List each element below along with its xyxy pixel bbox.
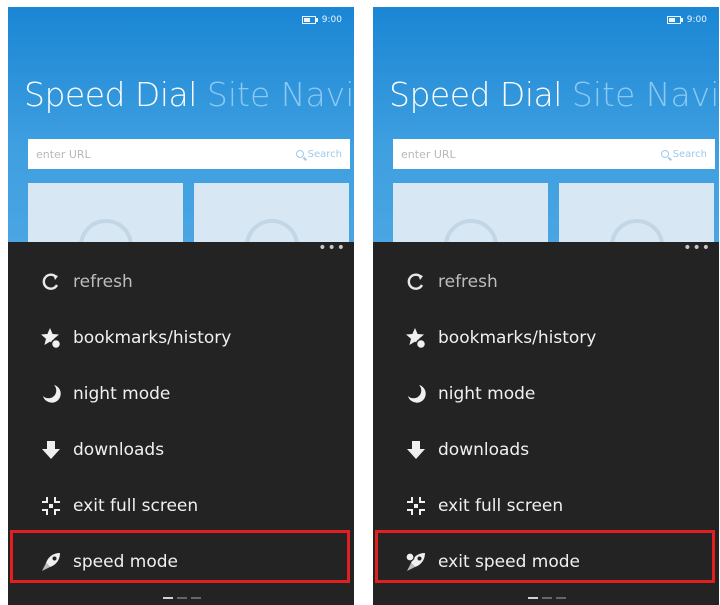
highlight-box [10,530,350,583]
menu-item-label: bookmarks/history [438,328,597,348]
app-header: 9:00 Speed Dial Site Navi enter URL Searc… [8,7,354,253]
status-time: 9:00 [686,15,707,25]
url-bar[interactable]: enter URL Search [393,139,715,169]
menu-item-label: night mode [438,384,536,404]
app-bar-menu: ••• refresh bookmarks/history night mode… [8,241,354,605]
menu-item-label: downloads [73,440,165,460]
url-input[interactable]: enter URL [401,148,661,161]
battery-icon [301,16,318,24]
pivot-header: Speed Dial Site Navi [24,75,354,114]
exit-fullscreen-icon [37,492,65,520]
pivot-site-navi[interactable]: Site Navi [207,75,354,114]
search-label: Search [307,148,342,160]
menu-item-label: exit full screen [73,496,199,516]
highlight-box [375,530,715,583]
search-label: Search [672,148,707,160]
menu-item-exit-full-screen[interactable]: exit full screen [8,484,354,528]
download-arrow-icon [402,436,430,464]
menu-item-night-mode[interactable]: night mode [8,372,354,416]
exit-fullscreen-icon [402,492,430,520]
url-input[interactable]: enter URL [36,148,296,161]
bookmark-star-icon [402,324,430,352]
menu-item-label: night mode [73,384,171,404]
pivot-site-navi[interactable]: Site Navi [572,75,719,114]
menu-item-night-mode[interactable]: night mode [373,372,719,416]
download-arrow-icon [37,436,65,464]
refresh-icon [402,268,430,296]
menu-item-label: refresh [73,272,133,292]
search-button[interactable]: Search [295,148,342,160]
url-bar[interactable]: enter URL Search [28,139,350,169]
menu-item-refresh[interactable]: refresh [373,260,719,304]
page-indicator [528,597,566,599]
status-bar: 9:00 [666,15,707,25]
menu-item-bookmarks-history[interactable]: bookmarks/history [8,316,354,360]
menu-item-downloads[interactable]: downloads [373,428,719,472]
page-indicator [163,597,201,599]
search-button[interactable]: Search [660,148,707,160]
phone-screen-right: 9:00 Speed Dial Site Navi enter URL Searc… [373,7,719,605]
pivot-speed-dial[interactable]: Speed Dial [24,75,197,114]
bookmark-star-icon [37,324,65,352]
moon-icon [37,380,65,408]
pivot-header: Speed Dial Site Navi [389,75,719,114]
menu-item-downloads[interactable]: downloads [8,428,354,472]
status-bar: 9:00 [301,15,342,25]
moon-icon [402,380,430,408]
status-time: 9:00 [321,15,342,25]
search-icon [660,150,669,158]
menu-item-label: exit full screen [438,496,564,516]
refresh-icon [37,268,65,296]
menu-item-bookmarks-history[interactable]: bookmarks/history [373,316,719,360]
search-icon [295,150,304,158]
menu-item-label: bookmarks/history [73,328,232,348]
phone-screen-left: 9:00 Speed Dial Site Navi enter URL Searc… [8,7,354,605]
battery-icon [666,16,683,24]
menu-item-exit-full-screen[interactable]: exit full screen [373,484,719,528]
more-options-icon[interactable]: ••• [683,241,711,255]
menu-item-refresh[interactable]: refresh [8,260,354,304]
app-bar-menu: ••• refresh bookmarks/history night mode… [373,241,719,605]
app-header: 9:00 Speed Dial Site Navi enter URL Searc… [373,7,719,253]
menu-item-label: downloads [438,440,530,460]
more-options-icon[interactable]: ••• [318,241,346,255]
menu-item-label: refresh [438,272,498,292]
pivot-speed-dial[interactable]: Speed Dial [389,75,562,114]
